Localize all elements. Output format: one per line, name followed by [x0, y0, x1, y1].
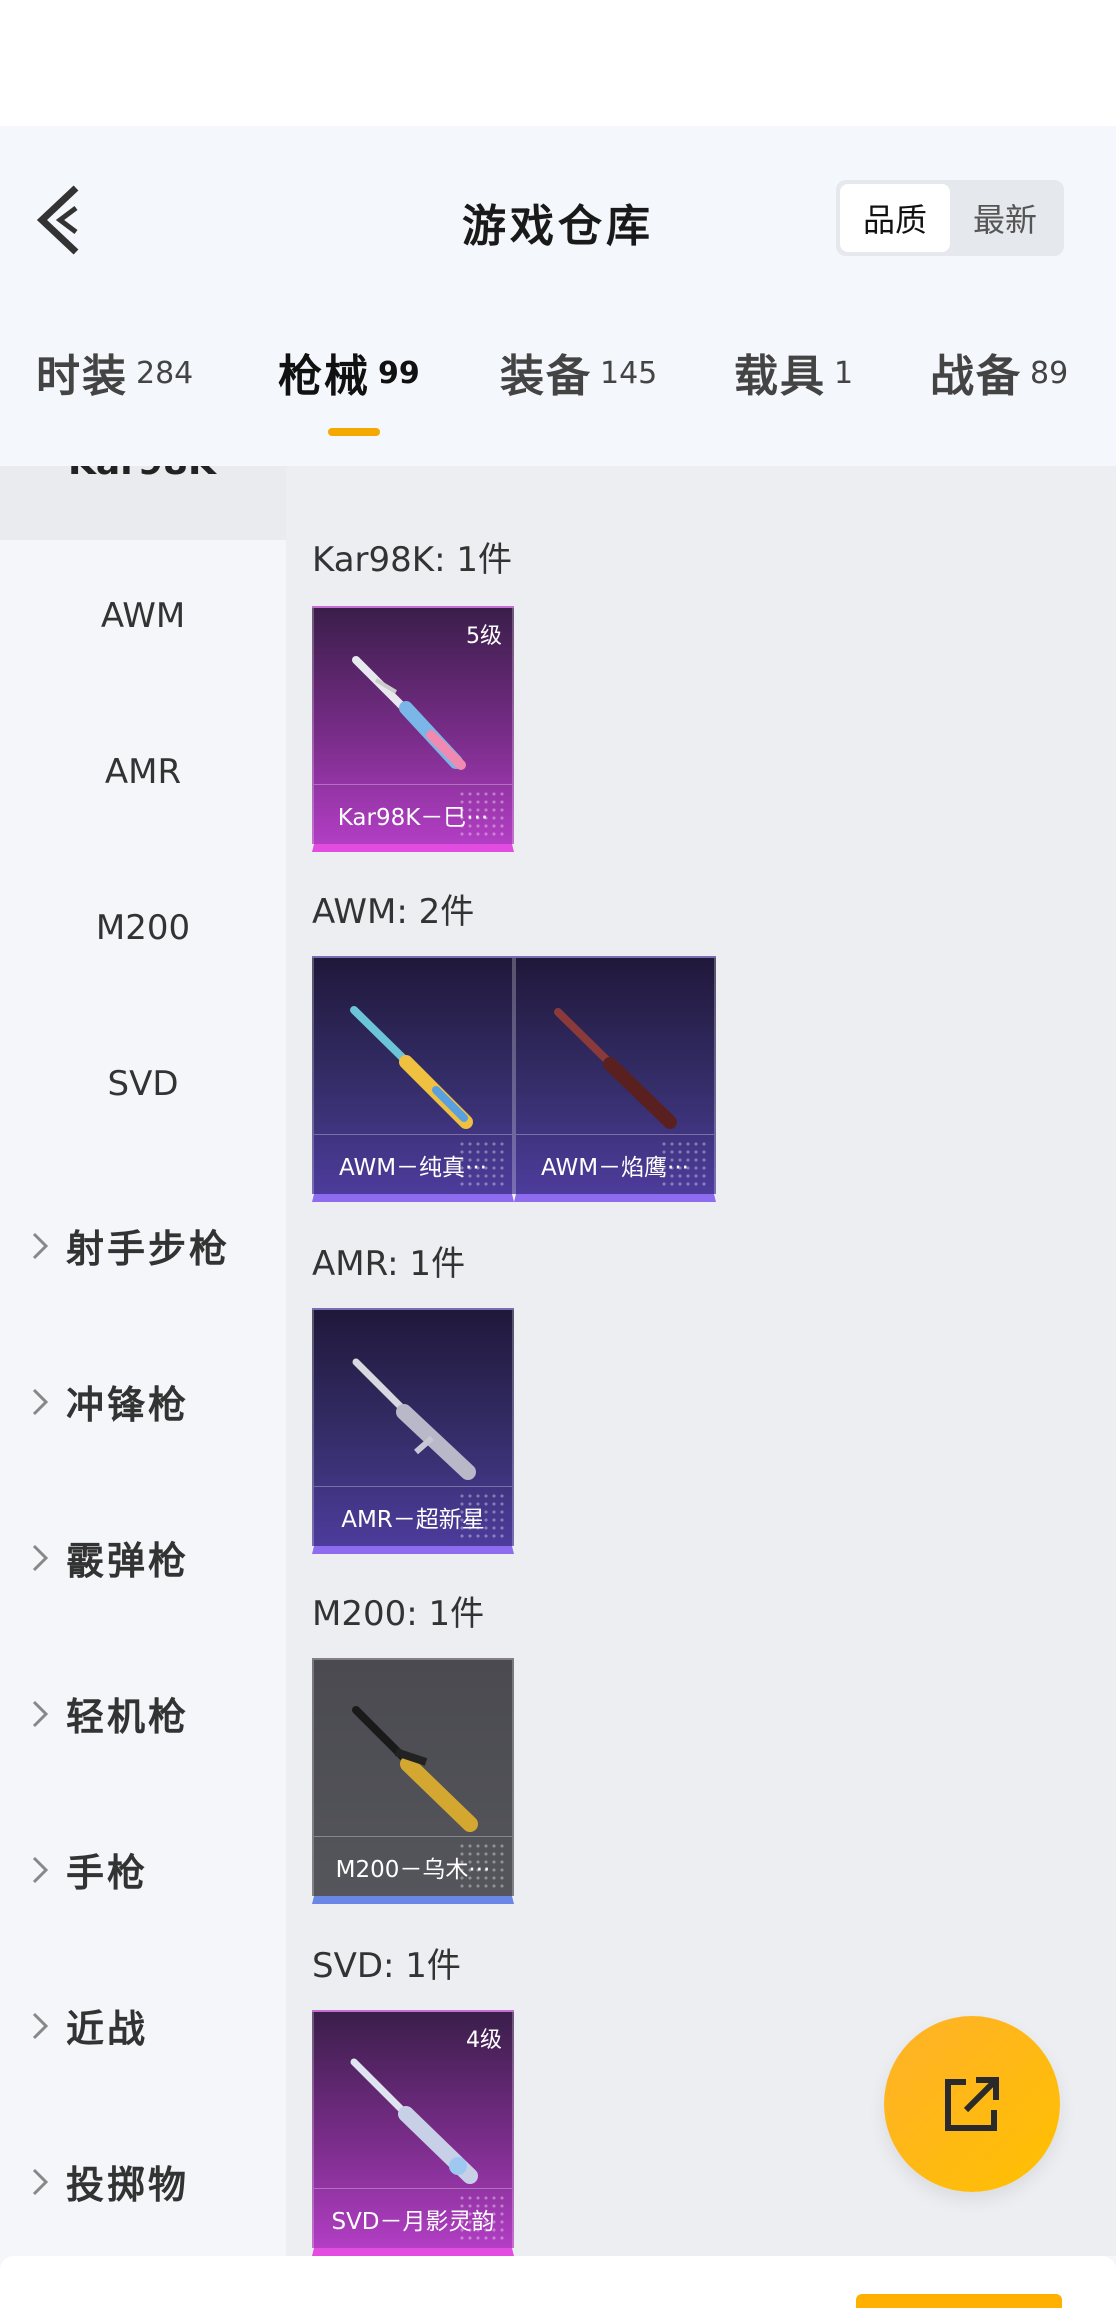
item-name: AWM－焰鹰··· — [516, 1134, 714, 1194]
sidebar-category-smg[interactable]: 冲锋枪 — [30, 1374, 189, 1429]
sort-newest-button[interactable]: 最新 — [950, 184, 1060, 252]
tab-count: 284 — [136, 356, 194, 391]
item-card[interactable]: 4级 SVD－月影灵韵 — [312, 2010, 514, 2256]
group-title: AMR: 1件 — [312, 1244, 466, 1284]
sort-quality-button[interactable]: 品质 — [840, 184, 950, 252]
sidebar-item-awm[interactable]: AWM — [0, 596, 286, 636]
chevron-right-icon — [32, 1232, 49, 1259]
sidebar-category-throwable[interactable]: 投掷物 — [30, 2154, 189, 2209]
sidebar-item-m200[interactable]: M200 — [0, 908, 286, 948]
tab-vehicles[interactable]: 载具 1 — [734, 340, 853, 404]
sidebar-category-label: 霰弹枪 — [66, 1539, 190, 1583]
sidebar-category-lmg[interactable]: 轻机枪 — [30, 1686, 189, 1741]
sidebar-category-shotgun[interactable]: 霰弹枪 — [30, 1530, 189, 1585]
sidebar-category-label: 手枪 — [66, 1851, 149, 1895]
sidebar-category-marksman[interactable]: 射手步枪 — [30, 1218, 230, 1273]
sniper-rifle-icon — [352, 1358, 476, 1480]
group-title: SVD: 1件 — [312, 1946, 461, 1986]
item-card[interactable]: M200－乌木··· — [312, 1658, 514, 1904]
sniper-rifle-icon — [350, 2058, 478, 2184]
item-card[interactable]: 5级 Kar98K－巳··· — [312, 606, 514, 852]
tab-count: 1 — [834, 356, 854, 391]
tab-count: 89 — [1030, 356, 1069, 391]
sidebar-item-label: Kar98K — [68, 466, 216, 483]
sidebar-category-label: 轻机枪 — [66, 1695, 190, 1739]
sniper-rifle-icon — [352, 1706, 478, 1832]
item-name: M200－乌木··· — [314, 1836, 512, 1896]
chevron-right-icon — [32, 1388, 49, 1415]
group-title: Kar98K: 1件 — [312, 540, 512, 580]
tab-label: 枪械 — [278, 351, 370, 402]
tab-count: 145 — [600, 356, 658, 391]
tab-guns[interactable]: 枪械 99 — [278, 340, 420, 404]
sidebar-item-amr[interactable]: AMR — [0, 752, 286, 792]
sidebar-category-melee[interactable]: 近战 — [30, 1998, 148, 2053]
item-card[interactable]: AMR－超新星 — [312, 1308, 514, 1554]
status-bar — [0, 0, 1116, 126]
item-list: Kar98K: 1件 5级 Kar98K－巳··· AWM: 2件 AWM－纯真… — [286, 466, 1116, 2256]
sidebar-category-label: 投掷物 — [66, 2163, 190, 2207]
chevron-right-icon — [32, 1856, 49, 1883]
sniper-rifle-icon — [554, 1008, 677, 1129]
item-name: SVD－月影灵韵 — [314, 2188, 512, 2248]
item-name: AMR－超新星 — [314, 1486, 512, 1546]
chevron-right-icon — [32, 1700, 49, 1727]
sort-toggle[interactable]: 品质 最新 — [836, 180, 1064, 256]
item-card[interactable]: AWM－焰鹰··· — [514, 956, 716, 1202]
item-name: Kar98K－巳··· — [314, 784, 512, 844]
bottom-action-button[interactable] — [856, 2294, 1062, 2308]
item-row: AMR－超新星 — [312, 1308, 514, 1554]
tab-equipment[interactable]: 装备 145 — [500, 340, 657, 404]
sidebar-category-label: 射手步枪 — [66, 1227, 231, 1271]
chevron-right-icon — [32, 1544, 49, 1571]
item-row: 5级 Kar98K－巳··· — [312, 606, 514, 852]
chevron-right-icon — [32, 2012, 49, 2039]
item-row: 4级 SVD－月影灵韵 — [312, 2010, 514, 2256]
sniper-rifle-icon — [352, 656, 466, 770]
active-tab-indicator — [328, 428, 380, 436]
tab-supplies[interactable]: 战备 89 — [930, 340, 1068, 404]
tab-label: 载具 — [734, 351, 826, 402]
tab-label: 时装 — [36, 351, 128, 402]
item-name: AWM－纯真··· — [314, 1134, 512, 1194]
group-title: M200: 1件 — [312, 1594, 485, 1634]
sidebar-category-label: 冲锋枪 — [66, 1383, 190, 1427]
item-card[interactable]: AWM－纯真··· — [312, 956, 514, 1202]
sidebar-category-label: 近战 — [66, 2007, 149, 2051]
tab-label: 装备 — [500, 351, 592, 402]
tab-fashion[interactable]: 时装 284 — [36, 340, 193, 404]
sniper-rifle-icon — [350, 1006, 473, 1129]
item-row: AWM－纯真··· AWM－焰鹰··· — [312, 956, 716, 1202]
sidebar-item-kar98k[interactable]: Kar98K — [0, 466, 286, 540]
sidebar: Kar98K AWM AMR M200 SVD 射手步枪 冲锋枪 霰弹枪 轻机枪… — [0, 466, 286, 2256]
group-title: AWM: 2件 — [312, 892, 475, 932]
tab-label: 战备 — [930, 351, 1022, 402]
sidebar-category-pistol[interactable]: 手枪 — [30, 1842, 148, 1897]
tab-count: 99 — [378, 356, 420, 391]
share-icon — [945, 2077, 999, 2131]
item-row: M200－乌木··· — [312, 1658, 514, 1904]
category-tabs: 时装 284 枪械 99 装备 145 载具 1 战备 89 — [0, 340, 1116, 440]
sidebar-item-svd[interactable]: SVD — [0, 1064, 286, 1104]
share-button[interactable] — [884, 2016, 1060, 2192]
chevron-right-icon — [32, 2168, 49, 2195]
